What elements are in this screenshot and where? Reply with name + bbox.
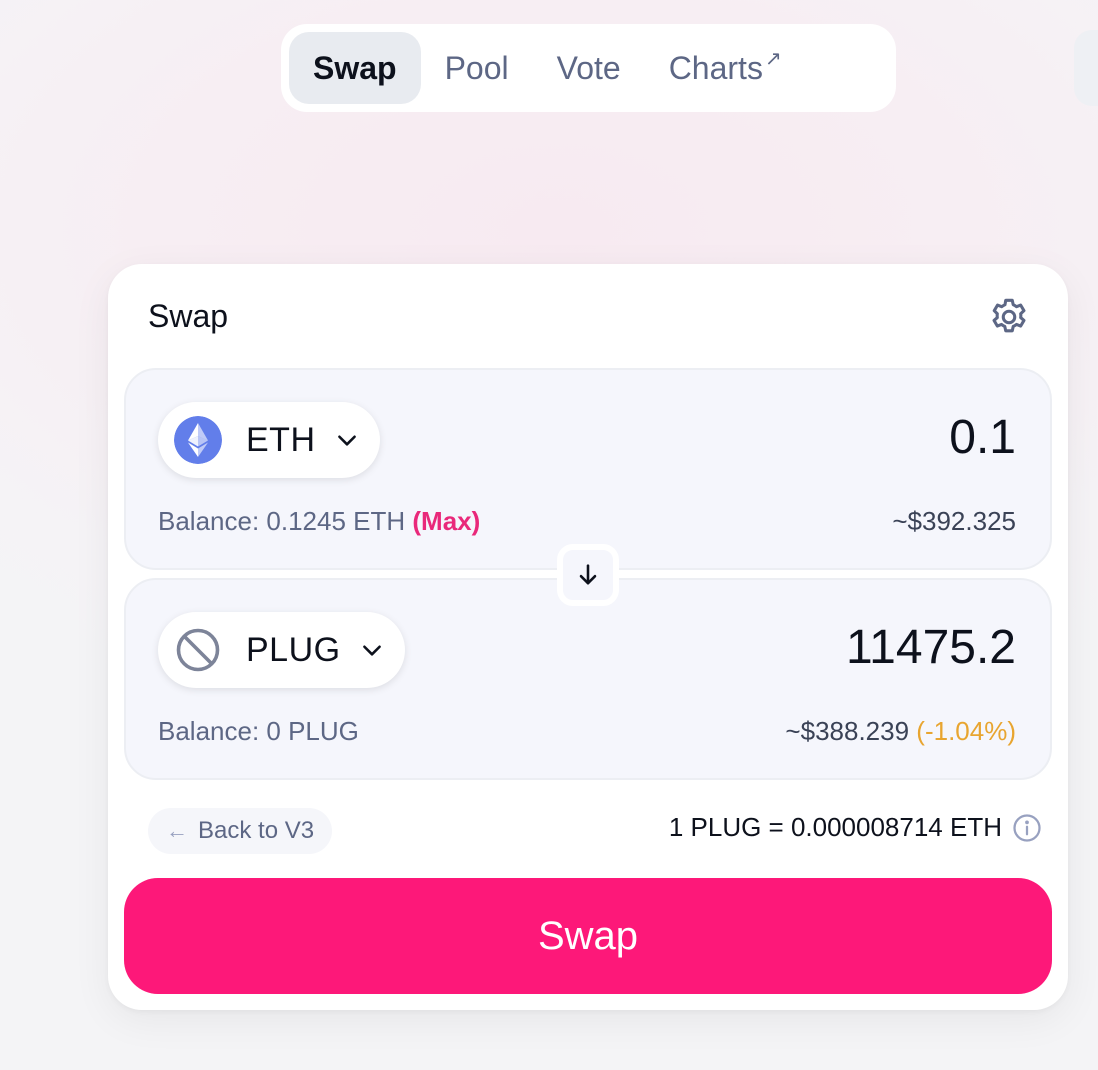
output-token-symbol: PLUG — [246, 630, 341, 669]
nav-swap[interactable]: Swap — [289, 32, 421, 104]
arrow-left-icon: ← — [166, 818, 188, 843]
swap-button[interactable]: Swap — [124, 878, 1052, 994]
nav-pool[interactable]: Pool — [421, 32, 533, 104]
output-usd-value: ~$388.239 (-1.04%) — [785, 716, 1016, 747]
input-balance: Balance: 0.1245 ETH (Max) — [158, 506, 480, 537]
header-pill-edge[interactable] — [1074, 30, 1098, 106]
input-panel: ETH 0.1 Balance: 0.1245 ETH (Max) ~$392.… — [124, 368, 1052, 570]
max-button[interactable]: (Max) — [412, 506, 480, 536]
output-amount[interactable]: 11475.2 — [846, 620, 1016, 675]
arrow-down-icon — [579, 564, 597, 585]
info-icon[interactable] — [1012, 813, 1042, 843]
external-link-icon: ↗ — [764, 47, 782, 70]
output-token-selector[interactable]: PLUG — [158, 612, 405, 688]
output-balance: Balance: 0 PLUG — [158, 716, 359, 746]
exchange-rate[interactable]: 1 PLUG = 0.000008714 ETH — [669, 812, 1042, 843]
nav-vote[interactable]: Vote — [533, 32, 645, 104]
output-usd-text: ~$388.239 — [785, 716, 910, 746]
input-amount[interactable]: 0.1 — [949, 410, 1016, 465]
exchange-rate-text: 1 PLUG = 0.000008714 ETH — [668, 812, 1002, 842]
chevron-down-icon — [337, 435, 356, 446]
eth-icon — [174, 416, 222, 464]
unknown-token-icon — [176, 628, 220, 672]
input-token-selector[interactable]: ETH — [158, 402, 380, 478]
input-token-symbol: ETH — [246, 420, 316, 459]
back-to-v3-button[interactable]: ← Back to V3 — [148, 808, 333, 854]
gear-icon[interactable] — [986, 294, 1032, 340]
back-to-v3-label: Back to V3 — [198, 817, 315, 844]
swap-card: Swap ETH 0.1 Balance: 0.1245 ETH (Max) ~… — [108, 264, 1068, 1010]
nav-charts-label: Charts — [668, 49, 763, 86]
chevron-down-icon — [362, 645, 381, 656]
input-usd-value: ~$392.325 — [892, 506, 1016, 536]
price-impact: (-1.04%) — [916, 716, 1016, 746]
nav-charts[interactable]: Charts ↗ — [645, 32, 804, 104]
input-balance-text: Balance: 0.1245 ETH — [158, 506, 406, 536]
output-panel: PLUG 11475.2 Balance: 0 PLUG ~$388.239 (… — [124, 578, 1052, 780]
card-title: Swap — [148, 298, 229, 334]
switch-direction-button[interactable] — [557, 544, 619, 606]
top-nav: Swap Pool Vote Charts ↗ — [281, 24, 896, 112]
